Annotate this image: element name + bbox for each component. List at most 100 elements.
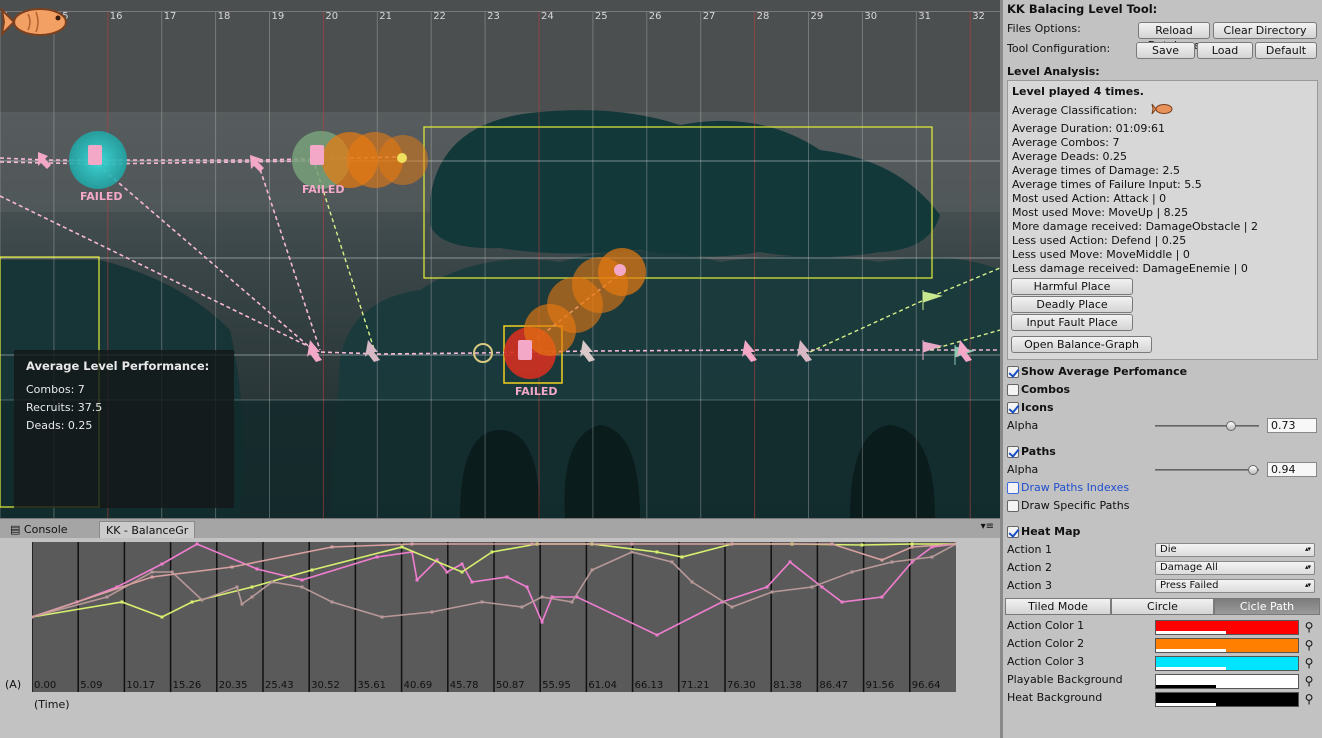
action-2-label: Action 2 bbox=[1007, 561, 1052, 574]
graph-point bbox=[860, 543, 864, 547]
icons-alpha-label: Alpha bbox=[1007, 419, 1039, 432]
graph-x-tick: 5.09 bbox=[80, 680, 102, 691]
action-1-dropdown[interactable]: Die bbox=[1155, 543, 1315, 557]
clear-directory-button[interactable]: Clear Directory bbox=[1213, 22, 1317, 39]
color-swatch[interactable] bbox=[1155, 656, 1299, 671]
tab-balance-label: KK - BalanceGr bbox=[106, 524, 189, 537]
tab-console[interactable]: ▤ Console bbox=[4, 521, 74, 539]
graph-point bbox=[105, 595, 109, 599]
graph-point bbox=[505, 575, 509, 579]
show-average-checkbox[interactable] bbox=[1007, 366, 1019, 378]
ruler-number: 23 bbox=[487, 11, 500, 22]
eyedropper-icon[interactable]: ⚲ bbox=[1302, 674, 1316, 688]
analysis-line: More damage received: DamageObstacle | 2 bbox=[1012, 220, 1258, 233]
save-button[interactable]: Save bbox=[1136, 42, 1195, 59]
icons-alpha-slider-handle[interactable] bbox=[1225, 421, 1236, 431]
color-swatch[interactable] bbox=[1155, 620, 1299, 635]
deadly-place-button[interactable]: Deadly Place bbox=[1011, 296, 1133, 313]
graph-point bbox=[160, 562, 164, 566]
load-button[interactable]: Load bbox=[1197, 42, 1253, 59]
failed-label-2: FAILED bbox=[302, 183, 345, 196]
draw-paths-indexes-checkbox[interactable] bbox=[1007, 482, 1019, 494]
inspector-panel: KK Balacing Level Tool: Files Options: R… bbox=[1003, 0, 1322, 738]
graph-point bbox=[765, 585, 769, 589]
tool-title: KK Balacing Level Tool: bbox=[1007, 2, 1158, 16]
paths-alpha-slider[interactable] bbox=[1155, 469, 1259, 471]
graph-point bbox=[954, 542, 956, 546]
graph-point bbox=[820, 585, 824, 589]
balance-graph[interactable]: 0.00 5.09 10.17 15.26 20.35 25.43 30.52 35.61 40… bbox=[32, 542, 956, 692]
icons-alpha-field[interactable]: 0.73 bbox=[1267, 418, 1317, 433]
circle-path-mode-tab[interactable]: Cicle Path bbox=[1214, 598, 1320, 615]
harmful-place-button[interactable]: Harmful Place bbox=[1011, 278, 1133, 295]
graph-point bbox=[200, 598, 204, 602]
graph-x-label: (Time) bbox=[34, 698, 70, 711]
graph-x-tick: 81.38 bbox=[773, 680, 802, 691]
graph-point bbox=[170, 570, 174, 574]
ruler-number: 18 bbox=[218, 11, 231, 22]
eyedropper-icon[interactable]: ⚲ bbox=[1302, 656, 1316, 670]
graph-x-tick: 15.26 bbox=[173, 680, 202, 691]
combos-label: Combos bbox=[1021, 383, 1071, 396]
tiled-mode-tab[interactable]: Tiled Mode bbox=[1005, 598, 1111, 615]
eyedropper-icon[interactable]: ⚲ bbox=[1302, 692, 1316, 706]
graph-point bbox=[300, 585, 304, 589]
graph-point bbox=[840, 600, 844, 604]
graph-point bbox=[190, 600, 194, 604]
analysis-line: Less damage received: DamageEnemie | 0 bbox=[1012, 262, 1248, 275]
icons-alpha-slider[interactable] bbox=[1155, 425, 1259, 427]
graph-point bbox=[730, 542, 734, 546]
graph-point bbox=[375, 555, 379, 559]
graph-point bbox=[570, 600, 574, 604]
graph-x-tick: 45.78 bbox=[450, 680, 479, 691]
graph-x-tick: 55.95 bbox=[542, 680, 571, 691]
tab-balance-graph[interactable]: KK - BalanceGr bbox=[99, 521, 196, 539]
input-fault-place-button[interactable]: Input Fault Place bbox=[1011, 314, 1133, 331]
graph-point bbox=[910, 545, 914, 549]
heat-map-label: Heat Map bbox=[1021, 525, 1081, 538]
circle-mode-tab[interactable]: Circle bbox=[1111, 598, 1214, 615]
color-swatch[interactable] bbox=[1155, 638, 1299, 653]
level-analysis-title: Level Analysis: bbox=[1007, 65, 1100, 78]
graph-point bbox=[540, 595, 544, 599]
draw-specific-paths-checkbox[interactable] bbox=[1007, 500, 1019, 512]
graph-point bbox=[850, 570, 854, 574]
ruler-number: 16 bbox=[110, 11, 123, 22]
ruler-number: 25 bbox=[595, 11, 608, 22]
graph-point bbox=[680, 555, 684, 559]
analysis-line: Most used Action: Attack | 0 bbox=[1012, 192, 1167, 205]
eyedropper-icon[interactable]: ⚲ bbox=[1302, 638, 1316, 652]
scene-view[interactable]: FAILED FAILED FAILED 4151617181920212223… bbox=[0, 0, 1000, 518]
ruler-number: 24 bbox=[541, 11, 554, 22]
graph-point bbox=[250, 585, 254, 589]
color-swatch[interactable] bbox=[1155, 674, 1299, 689]
eyedropper-icon[interactable]: ⚲ bbox=[1302, 620, 1316, 634]
graph-point bbox=[250, 595, 254, 599]
tab-menu-icon[interactable]: ▾≡ bbox=[981, 521, 994, 532]
bottom-tab-bar: ▤ Console KK - BalanceGr ▾≡ bbox=[0, 518, 1000, 539]
paths-checkbox[interactable] bbox=[1007, 446, 1019, 458]
ruler-number: 27 bbox=[703, 11, 716, 22]
reload-database-button[interactable]: Reload Database bbox=[1138, 22, 1210, 52]
color-label: Action Color 1 bbox=[1007, 619, 1085, 632]
graph-x-tick: 76.30 bbox=[727, 680, 756, 691]
icons-checkbox[interactable] bbox=[1007, 402, 1019, 414]
action-3-dropdown[interactable]: Press Failed bbox=[1155, 579, 1315, 593]
heat-map-checkbox[interactable] bbox=[1007, 526, 1019, 538]
analysis-line: Average times of Damage: 2.5 bbox=[1012, 164, 1180, 177]
paths-alpha-slider-handle[interactable] bbox=[1247, 465, 1258, 475]
graph-point bbox=[880, 558, 884, 562]
color-swatch[interactable] bbox=[1155, 692, 1299, 707]
paths-alpha-field[interactable]: 0.94 bbox=[1267, 462, 1317, 477]
graph-point bbox=[770, 590, 774, 594]
graph-point bbox=[655, 550, 659, 554]
open-balance-graph-button[interactable]: Open Balance-Graph bbox=[1011, 336, 1152, 353]
graph-point bbox=[810, 585, 814, 589]
default-button[interactable]: Default bbox=[1255, 42, 1317, 59]
graph-point bbox=[255, 567, 259, 571]
graph-point bbox=[195, 542, 199, 546]
color-label: Action Color 2 bbox=[1007, 637, 1085, 650]
combos-checkbox[interactable] bbox=[1007, 384, 1019, 396]
action-2-dropdown[interactable]: Damage All bbox=[1155, 561, 1315, 575]
graph-x-tick: 20.35 bbox=[219, 680, 248, 691]
